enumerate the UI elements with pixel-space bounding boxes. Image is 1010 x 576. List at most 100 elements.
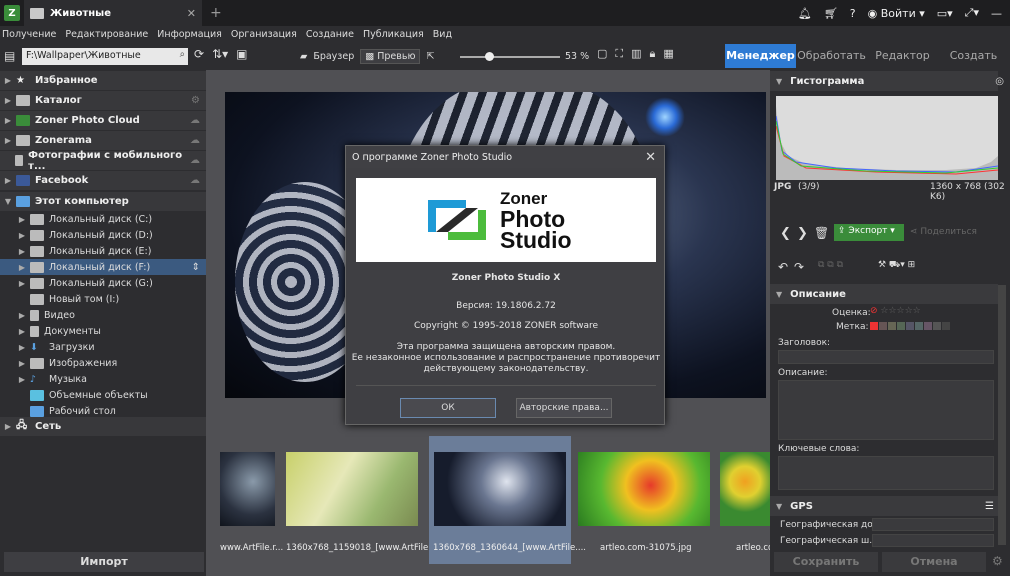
collapse-icon[interactable]: ▼ <box>776 502 782 511</box>
save-button[interactable]: Сохранить <box>774 552 878 572</box>
keywords-input[interactable] <box>778 456 994 490</box>
refresh-icon[interactable]: ⟳ <box>194 47 204 61</box>
sort-arrows-icon[interactable]: ⇕ <box>192 262 200 273</box>
nav-documents[interactable]: ▶ Документы <box>0 323 206 339</box>
no-rating-icon[interactable]: ⊘ <box>870 306 878 316</box>
info-scrollbar[interactable] <box>998 285 1006 545</box>
compare-icon[interactable]: ▥ <box>631 47 641 61</box>
expand-icon[interactable]: ▶ <box>14 343 30 352</box>
label-dark[interactable] <box>942 322 950 330</box>
bell-icon[interactable]: 🔔︎ <box>798 7 812 20</box>
expand-icon[interactable]: ▶ <box>14 247 30 256</box>
rating-stars[interactable]: ⊘ ☆☆☆☆☆ <box>870 306 921 316</box>
expand-icon[interactable]: ▶ <box>14 263 30 272</box>
tab-create[interactable]: Создать <box>938 44 1009 68</box>
nav-mobile[interactable]: Фотографии с мобильного т... ☁ <box>0 150 206 172</box>
description-header[interactable]: ▼ Описание <box>770 284 998 304</box>
expand-icon[interactable]: ▶ <box>0 422 16 431</box>
copyright-button[interactable]: Авторские права... <box>516 398 612 418</box>
fit-icon[interactable]: ⛶ <box>615 47 623 61</box>
lock-icon[interactable]: 🔒︎ <box>650 47 656 61</box>
close-icon[interactable]: ✕ <box>645 150 656 165</box>
menu-icon[interactable]: ☰ <box>985 501 994 512</box>
cancel-button[interactable]: Отмена <box>882 552 986 572</box>
expand-icon[interactable]: ▶ <box>0 96 16 105</box>
label-purple[interactable] <box>924 322 932 330</box>
expand-icon[interactable]: ▶ <box>0 76 16 85</box>
expand-icon[interactable]: ▶ <box>14 375 30 384</box>
histogram-header[interactable]: ▼ Гистограмма ◎ <box>770 71 1004 91</box>
app-icon[interactable]: Z <box>4 5 20 21</box>
monitor-icon[interactable]: ▭▾ <box>937 7 953 20</box>
expand-icon[interactable]: ▶ <box>14 311 30 320</box>
menu-item-publish[interactable]: Публикация <box>363 29 424 40</box>
thumbnail[interactable]: 1360x768_1360644_[www.ArtFile.... <box>429 436 586 564</box>
new-tab-icon[interactable]: + <box>210 5 222 21</box>
menu-item-info[interactable]: Информация <box>157 29 222 40</box>
collapse-icon[interactable]: ▼ <box>0 197 16 206</box>
collapse-icon[interactable]: ▼ <box>776 77 782 86</box>
expand-icon[interactable]: ▶ <box>14 279 30 288</box>
label-blue[interactable] <box>906 322 914 330</box>
label-none[interactable] <box>870 322 878 330</box>
import-button[interactable]: Импорт <box>4 552 204 572</box>
collapse-icon[interactable]: ▼ <box>776 290 782 299</box>
geo-latitude-input[interactable] <box>872 518 994 531</box>
heading-input[interactable] <box>778 350 994 364</box>
nav-pictures[interactable]: ▶ Изображения <box>0 355 206 371</box>
folder-up-icon[interactable]: ▤ <box>4 49 15 63</box>
rotate-left-icon[interactable]: ↶ <box>778 260 788 274</box>
nav-drive-c[interactable]: ▶ Локальный диск (C:) <box>0 211 206 227</box>
geo-longitude-input[interactable] <box>872 534 994 547</box>
nav-drive-g[interactable]: ▶ Локальный диск (G:) <box>0 275 206 291</box>
ok-button[interactable]: ОК <box>400 398 496 418</box>
menu-item-get[interactable]: Получение <box>2 29 56 40</box>
menu-item-create[interactable]: Создание <box>306 29 354 40</box>
actual-size-icon[interactable]: ▢ <box>597 47 607 61</box>
expand-icon[interactable]: ▶ <box>14 215 30 224</box>
previous-icon[interactable]: ❮ <box>780 226 791 241</box>
expand-icon[interactable]: ▶ <box>0 136 16 145</box>
label-cyan[interactable] <box>915 322 923 330</box>
path-field[interactable]: F:\Wallpaper\Животные ⌕ <box>22 48 188 65</box>
expand-icon[interactable]: ▶ <box>14 231 30 240</box>
label-yellow[interactable] <box>888 322 896 330</box>
nav-downloads[interactable]: ▶ ⬇ Загрузки <box>0 339 206 355</box>
nav-catalog[interactable]: ▶ Каталог ⚙ <box>0 91 206 110</box>
thumbnail[interactable]: artleo.com-31075.jpg <box>576 436 714 564</box>
delete-icon[interactable]: 🗑︎ <box>814 226 829 240</box>
nav-3d-objects[interactable]: Объемные объекты <box>0 387 206 403</box>
tab-animals[interactable]: Животные ✕ <box>24 0 202 26</box>
label-green[interactable] <box>897 322 905 330</box>
help-icon[interactable]: ? <box>850 7 856 20</box>
nav-network[interactable]: ▶ 🖧︎ Сеть <box>0 417 206 436</box>
next-icon[interactable]: ❯ <box>797 226 808 241</box>
fullscreen-icon[interactable]: ⤢▾ <box>965 6 979 20</box>
external-view-icon[interactable]: ⇱ <box>426 51 434 62</box>
nav-drive-f[interactable]: ▶ Локальный диск (F:) ⇕ <box>0 259 206 275</box>
nav-zonerama[interactable]: ▶ Zonerama ☁ <box>0 131 206 150</box>
nav-music[interactable]: ▶ ♪ Музыка <box>0 371 206 387</box>
expand-icon[interactable]: ▶ <box>14 327 30 336</box>
zoom-slider[interactable] <box>460 52 560 61</box>
label-gray[interactable] <box>933 322 941 330</box>
settings-icon[interactable]: ⚙ <box>992 554 1003 568</box>
thumbnail[interactable]: www.ArtFile.r... <box>220 436 283 564</box>
menu-item-organize[interactable]: Организация <box>231 29 297 40</box>
menu-item-view[interactable]: Вид <box>433 29 452 40</box>
nav-drive-d[interactable]: ▶ Локальный диск (D:) <box>0 227 206 243</box>
minimize-icon[interactable]: — <box>991 7 1002 20</box>
expand-icon[interactable]: ▶ <box>0 116 16 125</box>
expand-icon[interactable]: ▶ <box>0 176 16 185</box>
nav-this-pc[interactable]: ▼ Этот компьютер <box>0 192 206 211</box>
preview-button[interactable]: ▩ Превью <box>360 49 421 64</box>
nav-drive-i[interactable]: Новый том (I:) <box>0 291 206 307</box>
export-button[interactable]: ⇪ Экспорт ▾ <box>834 224 904 241</box>
close-tab-icon[interactable]: ✕ <box>187 7 196 20</box>
expand-icon[interactable]: ▶ <box>14 359 30 368</box>
login-button[interactable]: ◉ Войти ▾ <box>868 7 925 20</box>
new-folder-icon[interactable]: ▣ <box>236 47 247 61</box>
cart-icon[interactable]: 🛒︎ <box>824 7 838 20</box>
zoom-slider-knob[interactable] <box>485 52 494 61</box>
copy-icon[interactable]: ⧉ ⧉ ⧉ <box>818 260 843 270</box>
